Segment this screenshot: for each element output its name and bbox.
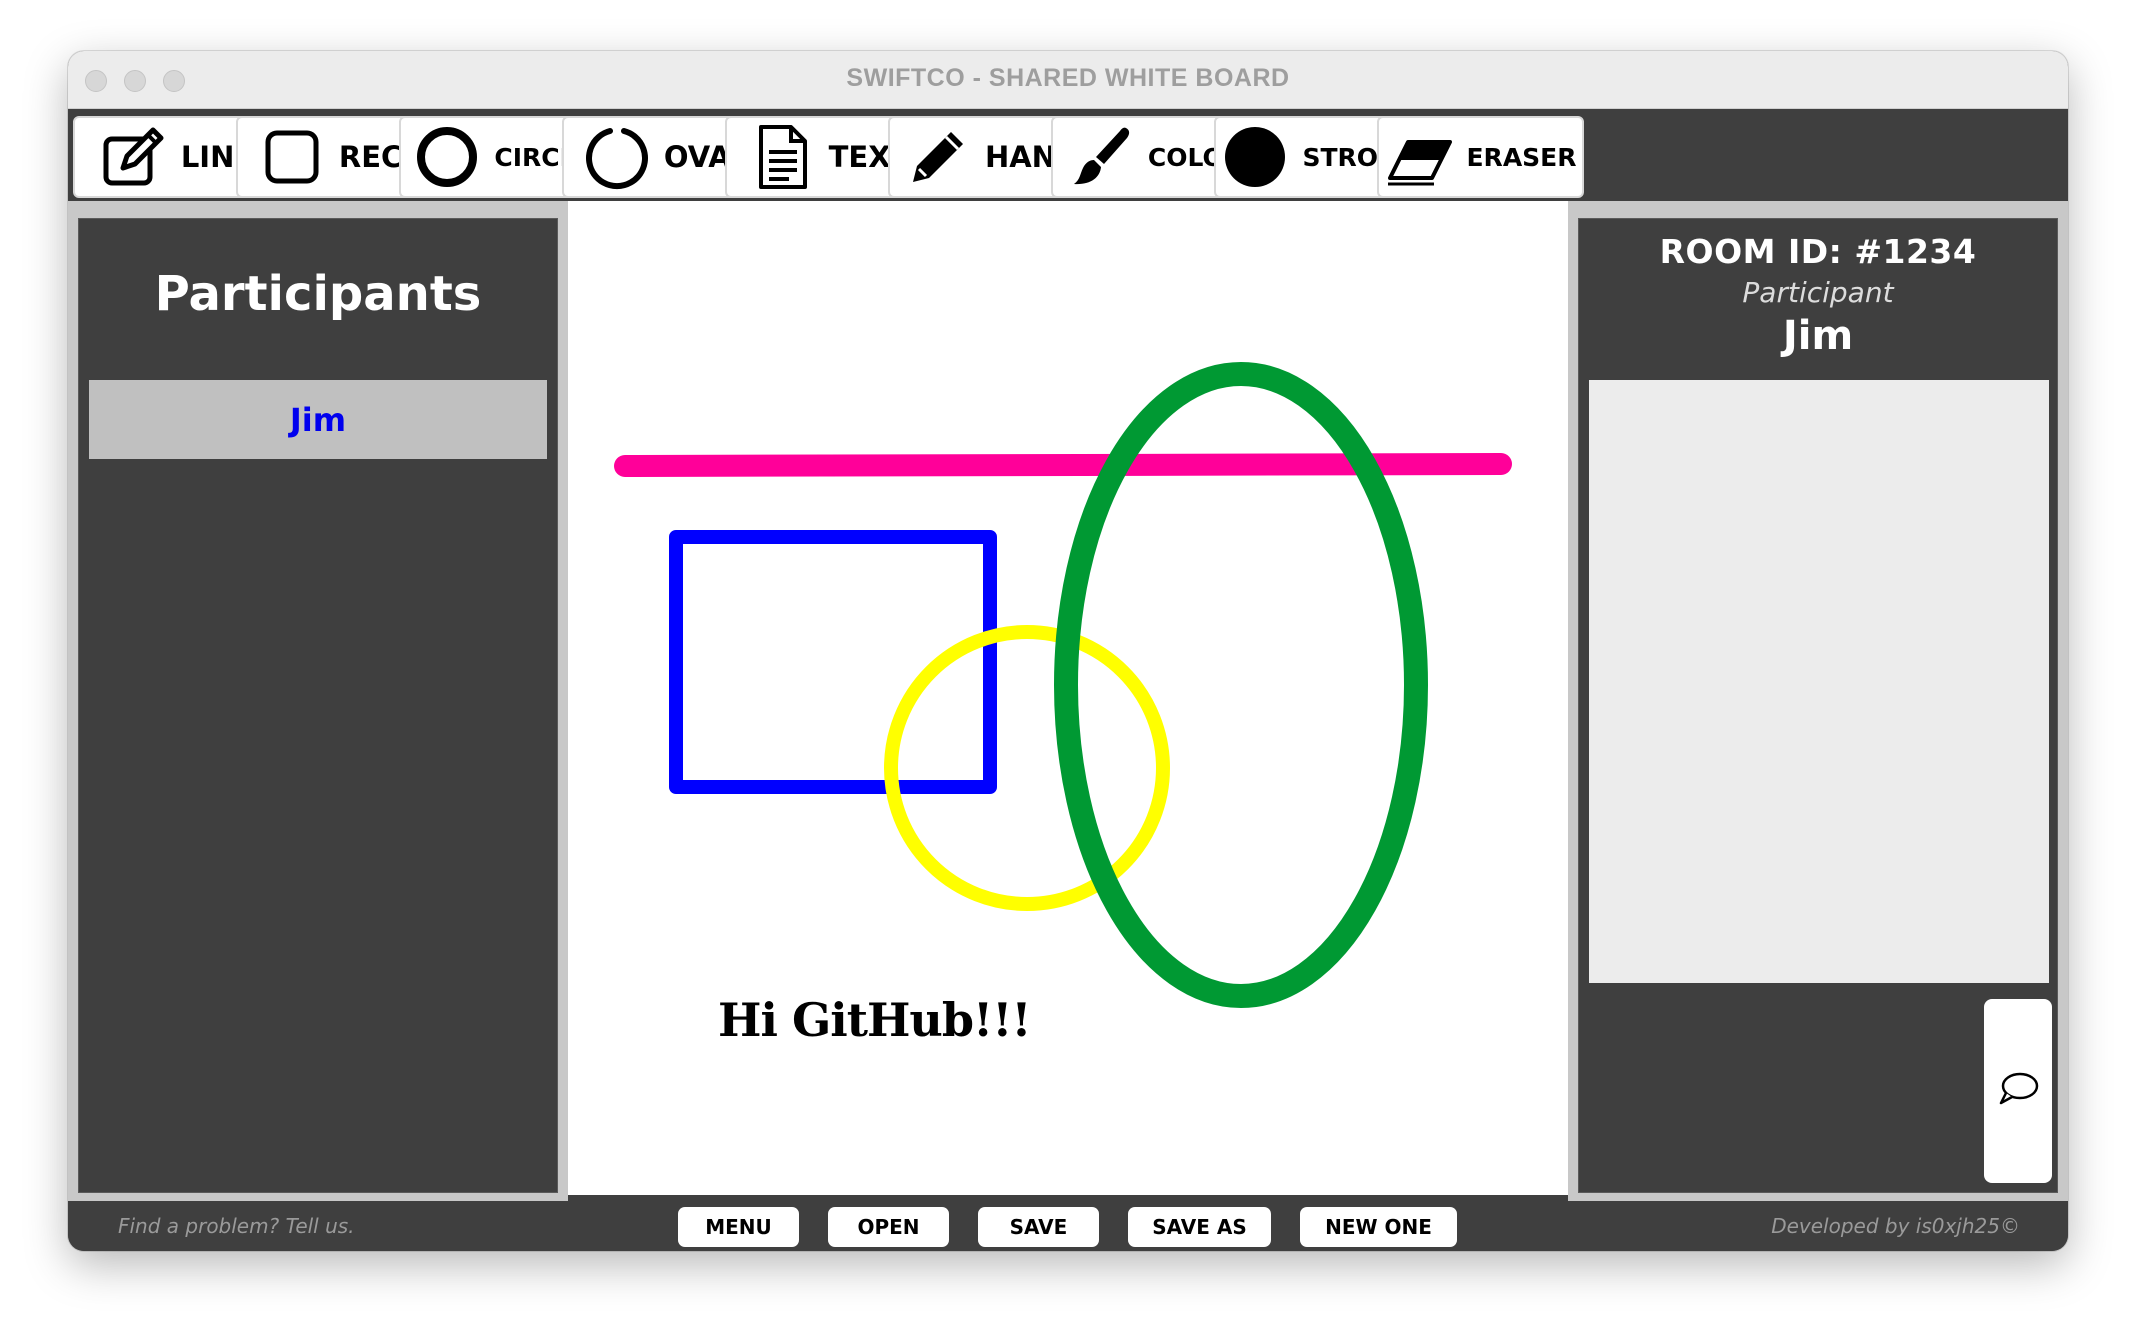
room-panel: ROOM ID: #1234 Participant Jim bbox=[1578, 218, 2058, 1193]
room-id-label: ROOM ID: #1234 bbox=[1659, 232, 1977, 271]
save-button[interactable]: SAVE bbox=[978, 1207, 1099, 1247]
participant-list-item[interactable]: Jim bbox=[89, 380, 547, 459]
eraser-icon bbox=[1384, 122, 1454, 192]
feedback-link[interactable]: Find a problem? Tell us. bbox=[118, 1214, 355, 1238]
yellow-circle-shape bbox=[884, 625, 1170, 911]
participants-title: Participants bbox=[154, 266, 482, 322]
participants-panel: Participants Jim bbox=[78, 218, 558, 1193]
eraser-tool-button[interactable]: ERASER bbox=[1377, 116, 1584, 198]
pencil-icon bbox=[903, 122, 973, 192]
open-button[interactable]: OPEN bbox=[828, 1207, 949, 1247]
menu-button[interactable]: MENU bbox=[678, 1207, 799, 1247]
title-bar: SWIFTCO - SHARED WHITE BOARD bbox=[68, 51, 2068, 109]
new-one-button[interactable]: NEW ONE bbox=[1300, 1207, 1457, 1247]
document-text-icon bbox=[747, 122, 817, 192]
chat-button[interactable] bbox=[1984, 999, 2052, 1183]
chat-message-area[interactable] bbox=[1589, 380, 2049, 983]
speech-bubble-icon bbox=[1996, 1069, 2040, 1113]
footer-bar: Find a problem? Tell us. MENU OPEN SAVE … bbox=[68, 1202, 2068, 1251]
app-window: SWIFTCO - SHARED WHITE BOARD LINE RECT C… bbox=[68, 51, 2068, 1251]
whiteboard-canvas[interactable]: Hi GitHub!!! bbox=[568, 201, 1568, 1195]
eraser-tool-label: ERASER bbox=[1466, 142, 1577, 172]
filled-circle-icon bbox=[1220, 122, 1290, 192]
paintbrush-icon bbox=[1066, 122, 1136, 192]
tool-bar: LINE RECT CIRCLE OVAL TEXT HAND COLOR ST… bbox=[68, 109, 2068, 201]
role-label: Participant bbox=[1742, 276, 1894, 309]
pencil-square-icon bbox=[99, 122, 169, 192]
save-as-button[interactable]: SAVE AS bbox=[1128, 1207, 1271, 1247]
canvas-text-shape: Hi GitHub!!! bbox=[718, 993, 1032, 1047]
oval-outline-icon bbox=[582, 122, 652, 192]
circle-outline-icon bbox=[412, 122, 482, 192]
developer-credit: Developed by is0xjh25© bbox=[1771, 1214, 2020, 1238]
square-outline-icon bbox=[257, 122, 327, 192]
user-name-label: Jim bbox=[1782, 313, 1854, 359]
window-title: SWIFTCO - SHARED WHITE BOARD bbox=[846, 64, 1290, 92]
